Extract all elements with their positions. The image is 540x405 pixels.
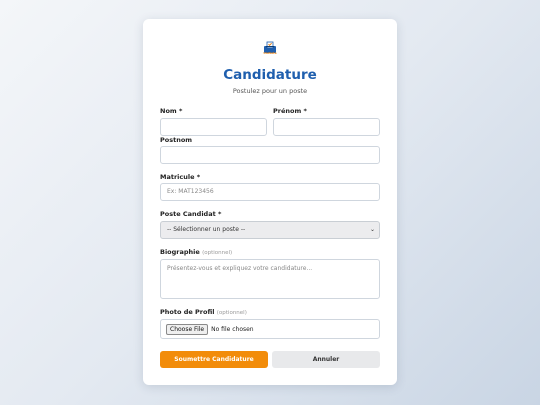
matricule-input[interactable]: Ex: MAT123456 bbox=[160, 183, 380, 201]
postnom-label: Postnom bbox=[160, 136, 193, 144]
poste-select[interactable]: -- Sélectionner un poste -- ⌄ bbox=[160, 221, 380, 239]
application-card: UniVote Candidature Postulez pour un pos… bbox=[143, 19, 397, 385]
logo-text: UniVote bbox=[263, 51, 277, 55]
nom-input[interactable] bbox=[160, 118, 267, 136]
poste-selected-value: -- Sélectionner un poste -- bbox=[167, 226, 246, 233]
photo-label-text: Photo de Profil bbox=[160, 308, 215, 316]
choose-file-button[interactable]: Choose File bbox=[166, 323, 209, 335]
nom-label: Nom * bbox=[160, 107, 183, 115]
matricule-label: Matricule * bbox=[160, 173, 201, 181]
file-status: No file chosen bbox=[211, 325, 254, 333]
biographie-label-text: Biographie bbox=[160, 248, 200, 256]
poste-label: Poste Candidat * bbox=[160, 210, 222, 218]
biographie-textarea[interactable]: Présentez-vous et expliquez votre candid… bbox=[160, 259, 380, 299]
cancel-button[interactable]: Annuler bbox=[272, 351, 380, 368]
submit-button[interactable]: Soumettre Candidature bbox=[160, 351, 268, 368]
biographie-label: Biographie (optionnel) bbox=[160, 248, 232, 256]
photo-label: Photo de Profil (optionnel) bbox=[160, 308, 247, 316]
page-title: Candidature bbox=[223, 67, 317, 83]
prenom-input[interactable] bbox=[273, 118, 380, 136]
page-subtitle: Postulez pour un poste bbox=[232, 87, 308, 95]
photo-optional: (optionnel) bbox=[216, 310, 247, 316]
prenom-label: Prénom * bbox=[273, 107, 307, 115]
biographie-optional: (optionnel) bbox=[202, 250, 233, 256]
photo-file-input: Choose File No file chosen bbox=[160, 319, 380, 339]
postnom-input[interactable] bbox=[160, 146, 380, 164]
chevron-down-icon: ⌄ bbox=[369, 226, 375, 233]
